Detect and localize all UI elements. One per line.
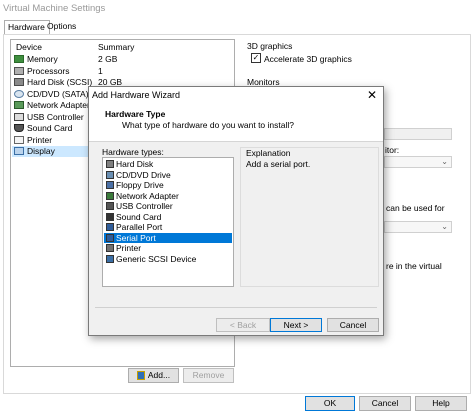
network-adapter-icon: [14, 101, 24, 109]
window-title: Virtual Machine Settings: [0, 0, 474, 17]
hardware-type-label: Floppy Drive: [116, 180, 164, 190]
device-name: Display: [27, 146, 55, 156]
usb-icon: [106, 202, 114, 210]
hardware-type-label: USB Controller: [116, 201, 173, 211]
cancel-button[interactable]: Cancel: [359, 396, 411, 411]
hardware-type-item[interactable]: Parallel Port: [104, 222, 232, 233]
close-icon[interactable]: ✕: [365, 87, 379, 104]
graphics-memory-select[interactable]: ⌄: [384, 221, 452, 233]
monitor-count-select[interactable]: [384, 128, 452, 140]
memory-used-for-text: can be used for: [386, 203, 445, 213]
hard-disk-icon: [14, 78, 24, 86]
hardware-type-label: Hard Disk: [116, 159, 154, 169]
hardware-type-label: Sound Card: [116, 211, 162, 222]
wizard-header: Hardware Type What type of hardware do y…: [89, 104, 383, 142]
chevron-down-icon: ⌄: [441, 222, 448, 231]
hardware-type-item[interactable]: Hard Disk: [104, 159, 232, 170]
graphics-section-title: 3D graphics: [247, 41, 293, 51]
device-summary: 1: [98, 65, 103, 76]
hardware-type-label: Parallel Port: [116, 222, 163, 232]
hardware-type-item[interactable]: CD/DVD Drive: [104, 170, 232, 181]
wizard-divider: [95, 307, 377, 308]
hardware-type-item[interactable]: Sound Card: [104, 212, 232, 223]
cd-dvd-icon: [106, 170, 114, 179]
hardware-type-label: Generic SCSI Device: [116, 253, 197, 264]
device-name: Memory: [27, 54, 58, 64]
ok-button[interactable]: OK: [305, 396, 355, 411]
hardware-type-item[interactable]: Floppy Drive: [104, 180, 232, 191]
hardware-types-label: Hardware types:: [102, 147, 164, 157]
hardware-type-label: Printer: [116, 243, 142, 253]
display-icon: [14, 147, 24, 155]
accelerate-3d-label: Accelerate 3D graphics: [264, 54, 352, 64]
add-device-button[interactable]: Add...: [128, 368, 179, 383]
next-button[interactable]: Next >: [270, 318, 322, 332]
help-button[interactable]: Help: [415, 396, 467, 411]
processor-icon: [14, 66, 24, 75]
serial-port-icon: [106, 233, 114, 242]
add-button-label: Add...: [147, 370, 171, 380]
hardware-type-label: Network Adapter: [116, 190, 179, 201]
accelerate-3d-checkbox[interactable]: ✓: [251, 53, 261, 63]
hardware-type-item[interactable]: Printer: [104, 243, 232, 254]
hard-disk-icon: [106, 160, 114, 168]
device-name: Printer: [27, 134, 53, 145]
wizard-title: Add Hardware Wizard: [89, 87, 383, 104]
summary-column-header[interactable]: Summary: [98, 42, 134, 53]
sound-card-icon: [106, 212, 114, 221]
tab-options[interactable]: Options: [44, 20, 80, 33]
device-name: Hard Disk (SCSI): [27, 77, 93, 87]
wizard-header-subtitle: What type of hardware do you want to ins…: [122, 120, 294, 130]
chevron-down-icon: ⌄: [441, 157, 448, 166]
explanation-text: Add a serial port.: [246, 159, 311, 169]
scsi-device-icon: [106, 254, 114, 263]
device-name: CD/DVD (SATA): [27, 88, 89, 99]
usb-icon: [14, 112, 24, 121]
hardware-types-list[interactable]: Hard Disk CD/DVD Drive Floppy Drive Network…: [102, 157, 234, 287]
hardware-type-item[interactable]: USB Controller: [104, 201, 232, 212]
display-virtual-text: re in the virtual: [386, 261, 442, 271]
device-summary: 2 GB: [98, 54, 118, 64]
printer-icon: [106, 244, 114, 252]
network-adapter-icon: [106, 191, 114, 200]
device-name: Processors: [27, 65, 70, 76]
add-hardware-wizard-dialog: Add Hardware Wizard ✕ Hardware Type What…: [88, 86, 384, 336]
explanation-label: Explanation: [246, 148, 291, 158]
back-button[interactable]: < Back: [216, 318, 270, 332]
hardware-type-item[interactable]: Serial Port: [104, 232, 232, 243]
explanation-box: Explanation Add a serial port.: [240, 147, 379, 287]
hardware-type-item[interactable]: Generic SCSI Device: [104, 254, 232, 265]
wizard-cancel-button[interactable]: Cancel: [327, 318, 379, 332]
floppy-icon: [106, 181, 114, 189]
hardware-type-label: Serial Port: [116, 232, 156, 243]
parallel-port-icon: [106, 223, 114, 231]
device-row-processors[interactable]: Processors 1: [12, 66, 233, 77]
shield-icon: [136, 371, 145, 380]
cd-dvd-icon: [14, 89, 24, 98]
device-column-header[interactable]: Device: [16, 42, 42, 53]
hardware-type-item[interactable]: Network Adapter: [104, 191, 232, 202]
monitor-resolution-label: itor:: [385, 145, 400, 155]
wizard-header-title: Hardware Type: [105, 109, 166, 119]
device-name: Sound Card: [27, 123, 73, 133]
monitor-resolution-select[interactable]: ⌄: [384, 156, 452, 168]
hardware-type-label: CD/DVD Drive: [116, 169, 171, 180]
device-name: Network Adapter: [27, 100, 90, 110]
remove-device-button[interactable]: Remove: [183, 368, 234, 383]
device-name: USB Controller: [27, 111, 84, 122]
sound-card-icon: [14, 124, 24, 132]
device-row-memory[interactable]: Memory 2 GB: [12, 54, 233, 65]
memory-icon: [14, 55, 24, 63]
printer-icon: [14, 135, 24, 144]
